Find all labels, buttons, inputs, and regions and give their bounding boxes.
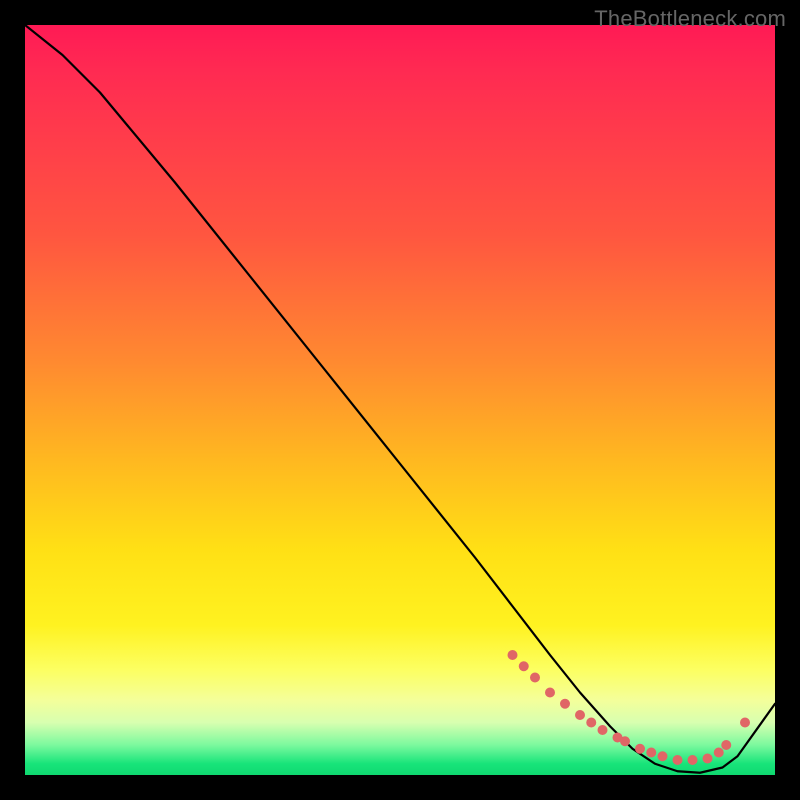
chart-marker-dot	[721, 740, 731, 750]
chart-svg	[25, 25, 775, 775]
chart-marker-dot	[545, 688, 555, 698]
chart-marker-dot	[658, 751, 668, 761]
chart-marker-dot	[530, 673, 540, 683]
chart-marker-dot	[508, 650, 518, 660]
chart-marker-dot	[688, 755, 698, 765]
chart-marker-dot	[586, 718, 596, 728]
chart-marker-dot	[519, 661, 529, 671]
chart-marker-dot	[740, 718, 750, 728]
chart-marker-dot	[598, 725, 608, 735]
chart-marker-dot	[575, 710, 585, 720]
chart-markers	[508, 650, 751, 765]
chart-marker-dot	[703, 754, 713, 764]
chart-marker-dot	[646, 748, 656, 758]
watermark-text: TheBottleneck.com	[594, 6, 786, 32]
chart-marker-dot	[560, 699, 570, 709]
chart-curve	[25, 25, 775, 773]
chart-marker-dot	[714, 748, 724, 758]
chart-marker-dot	[673, 755, 683, 765]
chart-marker-dot	[620, 736, 630, 746]
chart-plot-area	[25, 25, 775, 775]
chart-marker-dot	[635, 744, 645, 754]
